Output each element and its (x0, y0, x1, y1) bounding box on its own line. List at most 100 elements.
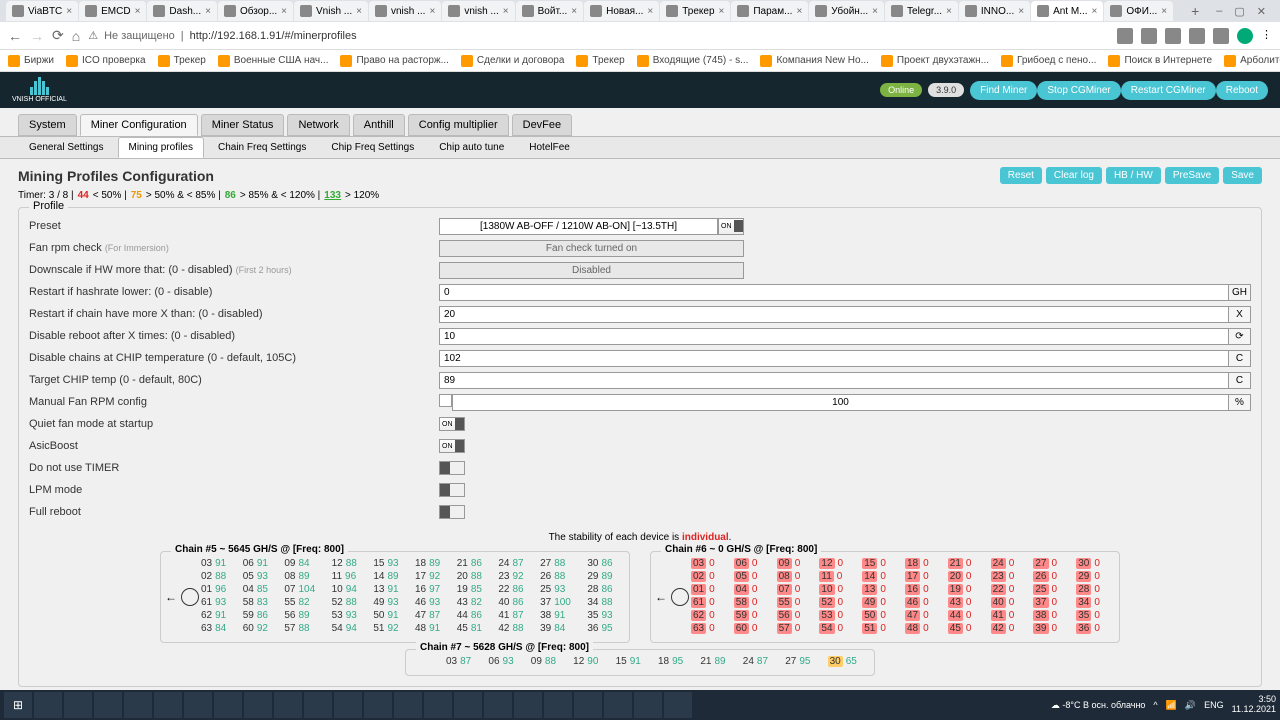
disable-chains-input[interactable] (439, 350, 1229, 367)
bookmark-item[interactable]: Проект двухэтажн... (881, 55, 989, 67)
manual-fan-input[interactable] (452, 394, 1229, 411)
task-icon[interactable] (484, 692, 512, 718)
action-button[interactable]: HB / HW (1106, 167, 1161, 184)
task-icon[interactable] (64, 692, 92, 718)
task-icon[interactable] (364, 692, 392, 718)
window-maximize-icon[interactable]: ▢ (1234, 5, 1244, 18)
new-tab-button[interactable]: + (1183, 3, 1207, 19)
browser-tab[interactable]: Telegr...× (885, 1, 958, 21)
extensions-menu-icon[interactable] (1213, 28, 1229, 44)
extension-icon[interactable] (1141, 28, 1157, 44)
extension-icon[interactable] (1165, 28, 1181, 44)
chain-prev-icon[interactable]: ← (165, 590, 177, 604)
sub-tab[interactable]: General Settings (18, 137, 115, 158)
main-tab[interactable]: Miner Configuration (80, 114, 198, 136)
restart-hashrate-input[interactable] (439, 284, 1229, 301)
main-tab[interactable]: Config multiplier (408, 114, 509, 136)
reload-button[interactable]: ⟳ (52, 27, 64, 44)
start-button[interactable]: ⊞ (4, 692, 32, 718)
browser-tab[interactable]: Трекер× (660, 1, 730, 21)
bookmark-item[interactable]: ICO проверка (66, 55, 146, 67)
task-icon[interactable] (244, 692, 272, 718)
task-icon[interactable] (544, 692, 572, 718)
preset-select[interactable]: [1380W AB-OFF / 1210W AB-ON] [~13.5TH] (439, 218, 718, 235)
main-tab[interactable]: Miner Status (201, 114, 285, 136)
address-bar[interactable]: ⚠ Не защищено | http://192.168.1.91/#/mi… (88, 29, 1109, 42)
browser-tab[interactable]: Dash...× (147, 1, 217, 21)
bookmark-item[interactable]: Поиск в Интернете (1108, 55, 1212, 67)
sub-tab[interactable]: Mining profiles (118, 137, 204, 158)
back-button[interactable]: ← (8, 28, 22, 44)
task-icon[interactable] (214, 692, 242, 718)
task-icon[interactable] (334, 692, 362, 718)
window-minimize-icon[interactable]: ‒ (1216, 5, 1222, 18)
browser-tab[interactable]: Обзор...× (218, 1, 293, 21)
task-icon[interactable] (154, 692, 182, 718)
home-button[interactable]: ⌂ (72, 28, 80, 44)
tray-icon[interactable]: 🔊 (1185, 700, 1196, 711)
sub-tab[interactable]: Chip Freq Settings (320, 137, 425, 158)
browser-tab[interactable]: Vnish ...× (294, 1, 368, 21)
quiet-fan-toggle[interactable] (439, 417, 465, 431)
browser-menu-icon[interactable]: ⋮ (1261, 28, 1272, 44)
task-icon[interactable] (574, 692, 602, 718)
lpm-toggle[interactable] (439, 483, 465, 497)
bookmark-item[interactable]: Входящие (745) - s... (637, 55, 749, 67)
task-icon[interactable] (454, 692, 482, 718)
tray-chevron-icon[interactable]: ^ (1153, 700, 1157, 710)
manual-fan-checkbox[interactable] (439, 394, 452, 407)
task-icon[interactable] (94, 692, 122, 718)
target-temp-input[interactable] (439, 372, 1229, 389)
sub-tab[interactable]: Chip auto tune (428, 137, 515, 158)
bookmark-item[interactable]: Компания New Ho... (760, 55, 868, 67)
task-icon[interactable] (424, 692, 452, 718)
tray-icon[interactable]: 📶 (1166, 700, 1177, 711)
sub-tab[interactable]: Chain Freq Settings (207, 137, 317, 158)
browser-tab[interactable]: Новая...× (584, 1, 659, 21)
action-button[interactable]: Save (1223, 167, 1262, 184)
extension-icon[interactable] (1117, 28, 1133, 44)
main-tab[interactable]: DevFee (512, 114, 573, 136)
header-button[interactable]: Stop CGMiner (1037, 81, 1120, 100)
no-timer-toggle[interactable] (439, 461, 465, 475)
disable-reboot-input[interactable] (439, 328, 1229, 345)
header-button[interactable]: Reboot (1216, 81, 1268, 100)
browser-tab[interactable]: Войт...× (516, 1, 583, 21)
bookmark-item[interactable]: Сделки и договора (461, 55, 565, 67)
forward-button[interactable]: → (30, 28, 44, 44)
browser-tab[interactable]: vnish ...× (369, 1, 441, 21)
browser-tab[interactable]: EMCD× (79, 1, 146, 21)
browser-tab[interactable]: Парам...× (731, 1, 808, 21)
main-tab[interactable]: Network (287, 114, 349, 136)
downscale-select[interactable]: Disabled (439, 262, 744, 279)
sub-tab[interactable]: HotelFee (518, 137, 581, 158)
action-button[interactable]: Clear log (1046, 167, 1102, 184)
browser-tab[interactable]: Ant M...× (1031, 1, 1103, 21)
preset-toggle[interactable] (718, 218, 744, 235)
chain-prev-icon[interactable]: ← (655, 590, 667, 604)
bookmark-item[interactable]: Военные США нач... (218, 55, 329, 67)
task-icon[interactable] (394, 692, 422, 718)
language-indicator[interactable]: ENG (1204, 700, 1224, 710)
asicboost-toggle[interactable] (439, 439, 465, 453)
action-button[interactable]: PreSave (1165, 167, 1219, 184)
action-button[interactable]: Reset (1000, 167, 1042, 184)
task-icon[interactable] (34, 692, 62, 718)
restart-chain-input[interactable] (439, 306, 1229, 323)
bookmark-item[interactable]: Грибоед с пено... (1001, 55, 1096, 67)
task-icon[interactable] (124, 692, 152, 718)
bookmark-item[interactable]: Трекер (576, 55, 624, 67)
weather-widget[interactable]: ☁ -8°C В осн. облачно (1051, 700, 1146, 711)
task-icon[interactable] (604, 692, 632, 718)
browser-tab[interactable]: ViaBTC× (6, 1, 78, 21)
window-close-icon[interactable]: ✕ (1257, 5, 1266, 18)
fan-rpm-select[interactable]: Fan check turned on (439, 240, 744, 257)
task-icon[interactable] (274, 692, 302, 718)
bookmark-item[interactable]: Право на расторж... (340, 55, 448, 67)
main-tab[interactable]: System (18, 114, 77, 136)
extension-icon[interactable] (1189, 28, 1205, 44)
header-button[interactable]: Find Miner (970, 81, 1037, 100)
task-icon[interactable] (634, 692, 662, 718)
task-icon[interactable] (514, 692, 542, 718)
browser-tab[interactable]: Убойн...× (809, 1, 884, 21)
